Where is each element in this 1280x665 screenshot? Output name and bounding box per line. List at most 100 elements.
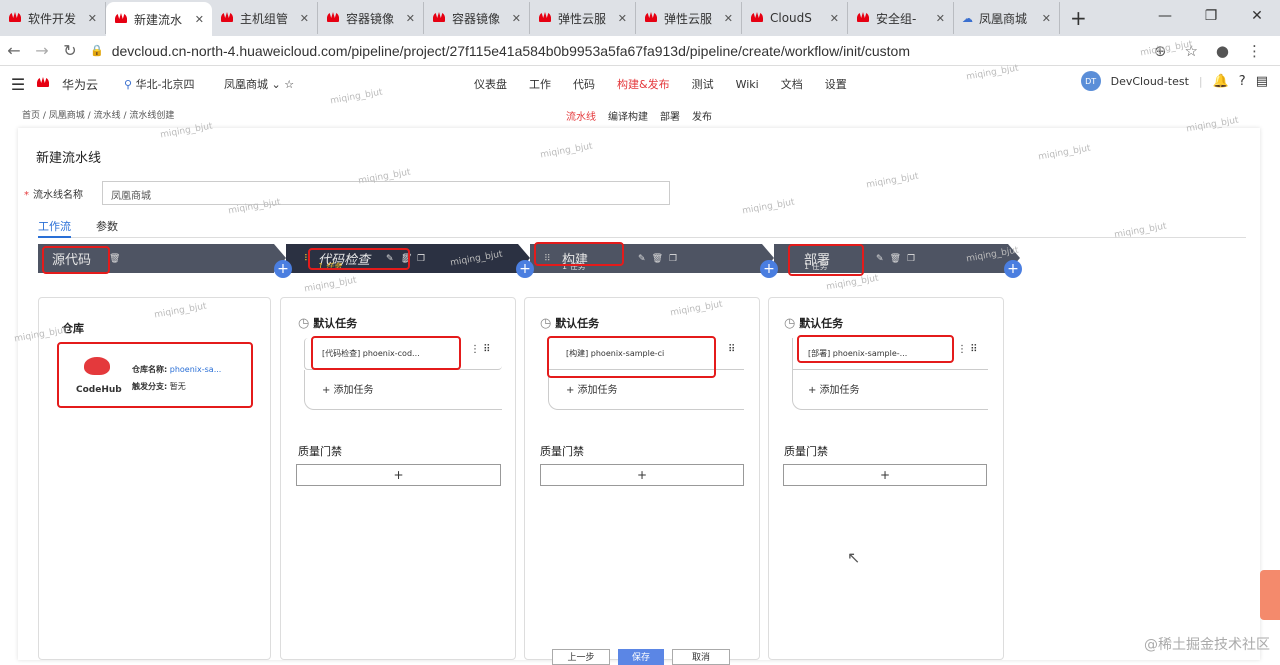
quality-gate-title: 质量门禁 [540, 445, 584, 458]
nav-settings[interactable]: 设置 [825, 76, 847, 92]
subnav-release[interactable]: 发布 [692, 108, 712, 123]
close-icon[interactable]: ✕ [512, 12, 521, 25]
trash-icon[interactable]: 🗑 [890, 254, 901, 264]
close-icon[interactable]: ✕ [724, 12, 733, 25]
add-task-button[interactable]: + 添加任务 [808, 381, 860, 396]
add-stage-button[interactable]: + [760, 260, 778, 278]
nav-dashboard[interactable]: 仪表盘 [474, 76, 507, 92]
help-icon[interactable]: ? [1239, 74, 1246, 89]
close-icon[interactable]: ✕ [406, 12, 415, 25]
close-icon[interactable]: ✕ [830, 12, 839, 25]
close-icon[interactable]: ✕ [1042, 12, 1051, 25]
copy-icon[interactable]: ❐ [669, 254, 677, 264]
nav-code[interactable]: 代码 [573, 76, 595, 92]
top-nav: 仪表盘 工作 代码 构建&发布 测试 Wiki 文档 设置 [474, 67, 869, 101]
close-icon[interactable]: ✕ [300, 12, 309, 25]
browser-tab[interactable]: 主机组管 ✕ [212, 2, 318, 34]
trash-icon[interactable]: 🗑 [652, 254, 663, 264]
browser-tab[interactable]: 容器镜像 ✕ [318, 2, 424, 34]
brand[interactable]: 华为云 [36, 76, 124, 93]
tab-params[interactable]: 参数 [96, 218, 118, 234]
lock-icon: 🔒 [90, 45, 104, 57]
project-selector[interactable]: 凤凰商城 ⌄ ☆ [224, 76, 314, 92]
huawei-logo-icon [432, 12, 446, 24]
document-icon[interactable]: ▤ [1256, 74, 1268, 89]
new-tab-button[interactable]: + [1070, 6, 1087, 30]
forward-icon[interactable]: → [28, 41, 56, 60]
clock-icon: ◷ [298, 316, 310, 331]
browser-tab[interactable]: CloudS ✕ [742, 2, 848, 34]
nav-build-release[interactable]: 构建&发布 [617, 76, 670, 92]
add-stage-button[interactable]: + [274, 260, 292, 278]
add-task-button[interactable]: + 添加任务 [566, 381, 618, 396]
browser-tab[interactable]: 弹性云服 ✕ [636, 2, 742, 34]
browser-tab-bar: 软件开发 ✕ 新建流水 ✕ 主机组管 ✕ 容器镜像 ✕ 容器镜像 ✕ 弹性云服 ✕ 弹性云服… [0, 0, 1280, 36]
nav-test[interactable]: 测试 [692, 76, 714, 92]
browser-tab[interactable]: ☁ 凤凰商城 ✕ [954, 2, 1060, 34]
add-stage-button[interactable]: + [1004, 260, 1022, 278]
tab-workflow[interactable]: 工作流 [38, 218, 71, 238]
close-icon[interactable]: ✕ [195, 13, 204, 26]
region-selector[interactable]: ⚲ 华北-北京四 [124, 76, 224, 92]
hamburger-menu-icon[interactable]: ☰ [0, 75, 36, 94]
close-icon[interactable]: ✕ [936, 12, 945, 25]
close-icon[interactable]: ✕ [618, 12, 627, 25]
close-window-icon[interactable]: ✕ [1234, 0, 1280, 32]
task-card-border [304, 370, 502, 410]
browser-tab-active[interactable]: 新建流水 ✕ [106, 2, 212, 36]
default-task-title: ◷ 默认任务 [784, 316, 844, 331]
huawei-logo-icon [326, 12, 340, 24]
pipeline-name-input[interactable]: 凤凰商城 [102, 181, 670, 205]
add-stage-button[interactable]: + [516, 260, 534, 278]
save-button[interactable]: 保存 [618, 649, 664, 665]
browser-tab[interactable]: 安全组- ✕ [848, 2, 954, 34]
breadcrumb-item[interactable]: 首页 [22, 111, 40, 121]
copy-icon[interactable]: ❐ [907, 254, 915, 264]
subnav-deploy[interactable]: 部署 [660, 108, 680, 123]
add-gate-button[interactable]: + [296, 464, 501, 486]
floating-side-button[interactable] [1260, 570, 1280, 620]
clock-icon: ◷ [784, 316, 796, 331]
breadcrumb-item[interactable]: 流水线 [94, 111, 121, 121]
avatar[interactable]: DT [1080, 71, 1101, 91]
project-label: 凤凰商城 [224, 78, 268, 91]
edit-icon[interactable]: ✎ [876, 254, 884, 264]
add-gate-button[interactable]: + [540, 464, 744, 486]
user-area: DT DevCloud-test | 🔔 ? ▤ [1080, 71, 1268, 91]
close-icon[interactable]: ✕ [88, 12, 97, 25]
quality-gate-title: 质量门禁 [784, 445, 828, 458]
bell-icon[interactable]: 🔔 [1213, 74, 1229, 89]
copy-icon[interactable]: ❐ [417, 254, 425, 264]
cancel-button[interactable]: 取消 [672, 649, 730, 665]
browser-tab[interactable]: 软件开发 ✕ [0, 2, 106, 34]
restore-icon[interactable]: ❐ [1188, 0, 1234, 32]
url-field[interactable]: 🔒 devcloud.cn-north-4.huaweicloud.com/pi… [84, 38, 1154, 64]
nav-docs[interactable]: 文档 [781, 76, 803, 92]
annotation-box [534, 242, 624, 266]
browser-tab[interactable]: 弹性云服 ✕ [530, 2, 636, 34]
minimize-icon[interactable]: — [1142, 0, 1188, 32]
browser-tab[interactable]: 容器镜像 ✕ [424, 2, 530, 34]
back-icon[interactable]: ← [0, 41, 28, 60]
cloud-icon: ☁ [962, 11, 973, 25]
profile-icon[interactable]: ● [1216, 42, 1229, 60]
add-gate-button[interactable]: + [783, 464, 987, 486]
user-name[interactable]: DevCloud-test [1111, 75, 1189, 88]
reload-icon[interactable]: ↻ [56, 41, 84, 60]
subnav-pipeline[interactable]: 流水线 [566, 108, 596, 123]
nav-work[interactable]: 工作 [529, 76, 551, 92]
huawei-logo-icon [36, 77, 54, 91]
more-icon[interactable]: ⋮ ⠿ [470, 344, 491, 355]
annotation-box [57, 342, 253, 408]
prev-step-button[interactable]: 上一步 [552, 649, 610, 665]
bottom-actions: 上一步 保存 取消 [552, 649, 730, 665]
star-icon[interactable]: ☆ [284, 78, 294, 91]
source-signature: @稀土掘金技术社区 [1144, 637, 1270, 653]
more-menu-icon[interactable]: ⋮ [1247, 42, 1262, 60]
nav-wiki[interactable]: Wiki [736, 78, 759, 91]
subnav-build[interactable]: 编译构建 [608, 108, 648, 123]
breadcrumb-item[interactable]: 凤凰商城 [49, 111, 85, 121]
edit-icon[interactable]: ✎ [638, 254, 646, 264]
trash-icon[interactable]: 🗑 [109, 254, 120, 264]
annotation-box [788, 244, 864, 276]
